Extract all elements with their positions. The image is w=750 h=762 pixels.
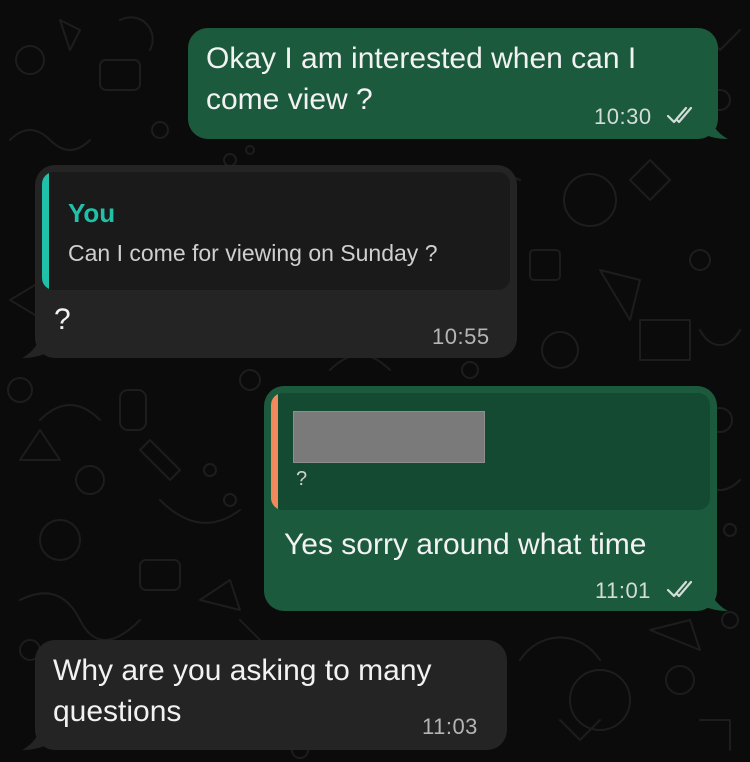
message-bubble-outgoing[interactable]: Okay I am interested when can I come vie… [188,28,718,139]
quoted-message[interactable]: ? [271,393,710,510]
double-check-icon [666,580,693,598]
redacted-author-block [293,411,485,463]
message-text: ? [54,303,71,336]
quoted-message[interactable]: You Can I come for viewing on Sunday ? [42,172,510,290]
quote-accent-bar [42,172,49,290]
message-time: 11:01 [595,578,651,603]
message-time: 10:30 [594,104,652,129]
double-check-icon [666,106,693,124]
message-bubble-incoming[interactable]: Why are you asking to many questions 11:… [35,640,507,750]
message-text: Okay I am interested when can I come vie… [206,42,637,116]
quote-accent-bar [271,393,278,510]
message-text: Why are you asking to many questions [53,654,432,728]
message-bubble-outgoing[interactable]: ? Yes sorry around what time 11:01 [264,386,717,611]
chat-conversation[interactable]: Okay I am interested when can I come vie… [0,0,750,762]
quoted-text: ? [296,468,308,490]
message-time: 11:03 [422,714,478,739]
quoted-author: You [68,198,116,228]
quoted-text: Can I come for viewing on Sunday ? [68,240,438,266]
message-time: 10:55 [432,324,490,349]
message-text: Yes sorry around what time [284,528,647,561]
message-bubble-incoming[interactable]: You Can I come for viewing on Sunday ? ?… [35,165,517,358]
